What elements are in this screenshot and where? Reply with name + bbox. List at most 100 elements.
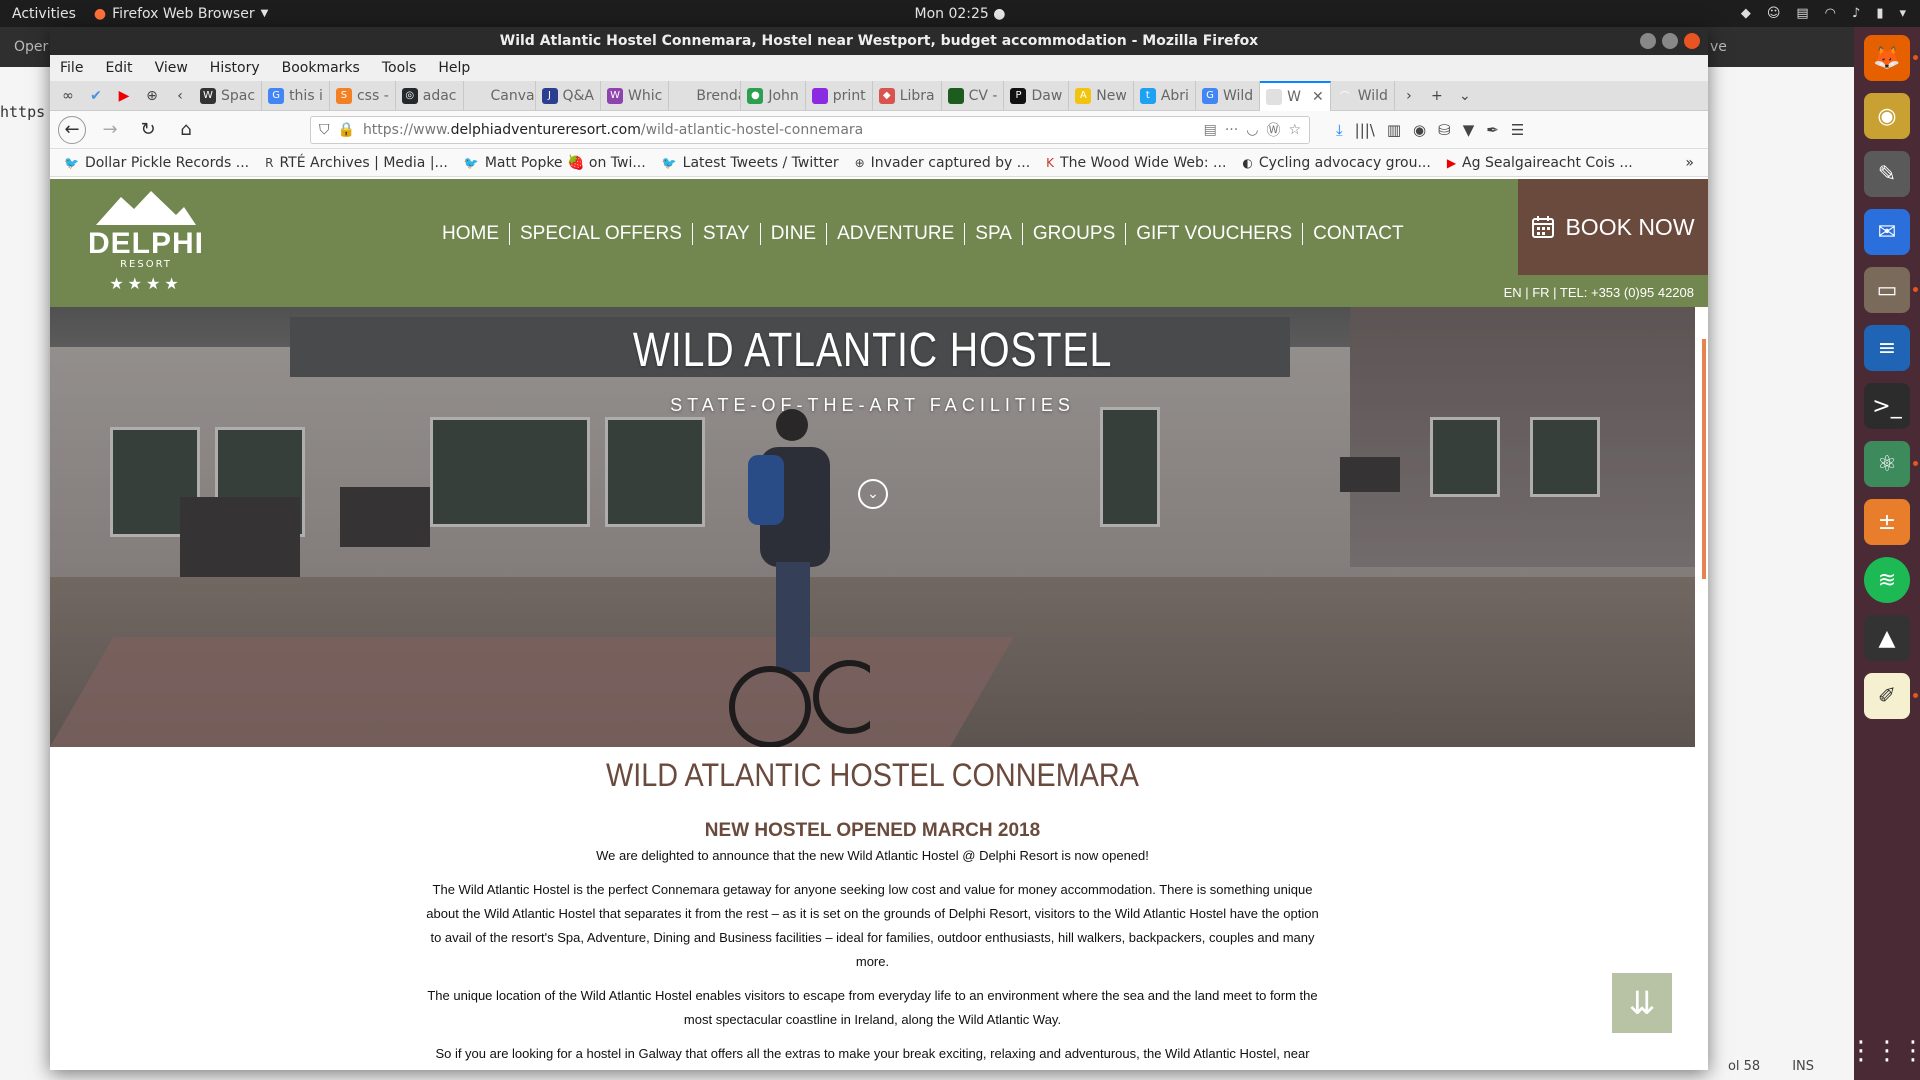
tab[interactable]: P Daw (1004, 80, 1070, 111)
battery-icon[interactable]: ▮ (1876, 6, 1883, 21)
tab[interactable]: A New (1069, 80, 1134, 111)
writer-icon[interactable]: ≡ (1864, 325, 1910, 371)
menu-edit[interactable]: Edit (105, 60, 132, 76)
tab[interactable]: t Abri (1134, 80, 1196, 111)
menu-bookmarks[interactable]: Bookmarks (282, 60, 360, 76)
tab[interactable]: Canvas ! (464, 80, 536, 111)
nav-special-offers[interactable]: SPECIAL OFFERS (510, 223, 693, 245)
tab[interactable]: J Q&A (536, 80, 602, 111)
menu-file[interactable]: File (60, 60, 83, 76)
tab[interactable]: Brendan (669, 80, 742, 111)
nav-groups[interactable]: GROUPS (1023, 223, 1127, 245)
delphi-logo[interactable]: DELPHI RESORT ★★★★ (84, 189, 208, 297)
book-now-button[interactable]: BOOK NOW (1518, 179, 1708, 275)
infinity-icon[interactable]: ∞ (54, 81, 82, 111)
tab[interactable]: ◎ adac (396, 80, 464, 111)
account-icon[interactable]: ◉ (1413, 121, 1426, 139)
menu-help[interactable]: Help (438, 60, 470, 76)
nav-contact[interactable]: CONTACT (1303, 223, 1413, 245)
spotify-icon[interactable]: ≋ (1864, 557, 1910, 603)
extension-icon[interactable]: ⛁ (1438, 121, 1451, 139)
chevron-left-icon[interactable]: ‹ (166, 81, 194, 111)
nav-adventure[interactable]: ADVENTURE (827, 223, 966, 245)
clock[interactable]: Mon 02:25 ● (915, 6, 1006, 22)
double-chevron-down-icon[interactable]: ⇊ (1612, 973, 1672, 1033)
bookmark-star-icon[interactable]: ☆ (1288, 122, 1301, 138)
reload-button[interactable]: ↻ (134, 116, 162, 144)
bookmark-item[interactable]: 🐦 Matt Popke 🍓 on Twi... (464, 155, 646, 171)
bookmark-item[interactable]: 🐦 Dollar Pickle Records ... (64, 155, 249, 171)
tab[interactable]: Gthis i (262, 80, 330, 111)
bookmark-item[interactable]: ◐ Cycling advocacy grou... (1242, 155, 1430, 171)
menu-history[interactable]: History (210, 60, 260, 76)
text-editor-icon[interactable]: ✐ (1864, 673, 1918, 719)
library-icon[interactable]: |||\ (1355, 121, 1375, 139)
tab[interactable]: ⌒ Wild (1331, 80, 1395, 111)
close-button[interactable] (1684, 33, 1700, 49)
url-text[interactable]: https://www.delphiadventureresort.com/wi… (363, 122, 1196, 138)
show-applications-icon[interactable]: ⋮⋮⋮ (1848, 1036, 1920, 1066)
dropbox-icon[interactable]: ◆ (1741, 6, 1751, 21)
back-button[interactable]: ← (58, 115, 86, 144)
atom-icon[interactable]: ⚛ (1864, 441, 1918, 487)
system-tray[interactable]: ◆ ☺ ▤ ◠ ♪ ▮ ▾ (1741, 6, 1906, 21)
language-and-phone[interactable]: EN | FR | TEL: +353 (0)95 42208 (1504, 285, 1694, 300)
tab-active[interactable]: W ✕ (1260, 80, 1331, 111)
scroll-down-chevron-icon[interactable]: ⌄ (858, 479, 888, 509)
inkscape-icon[interactable]: ▲ (1864, 615, 1910, 661)
download-icon[interactable]: ⤓ (1336, 121, 1343, 139)
sidebar-icon[interactable]: ▥ (1387, 121, 1401, 139)
app-menu[interactable]: ● Firefox Web Browser ▼ (88, 6, 268, 22)
nav-spa[interactable]: SPA (965, 223, 1023, 245)
pinned-tab-youtube-icon[interactable]: ▶ (110, 81, 138, 111)
bookmark-item[interactable]: R RTÉ Archives | Media |... (265, 155, 448, 171)
url-bar[interactable]: ⛉ 🔒 https://www.delphiadventureresort.co… (310, 115, 1310, 144)
minimize-button[interactable] (1640, 33, 1656, 49)
gimp-icon[interactable]: ✎ (1864, 151, 1910, 197)
chevron-down-icon[interactable]: ▾ (1899, 6, 1906, 21)
firefox-icon[interactable]: 🦊 (1864, 35, 1918, 81)
wifi-icon[interactable]: ◠ (1825, 6, 1836, 21)
list-all-tabs-icon[interactable]: ⌄ (1451, 81, 1479, 111)
pinned-tab-check-icon[interactable]: ✔ (82, 81, 110, 111)
lock-icon[interactable]: 🔒 (338, 122, 355, 138)
pocket-icon[interactable]: ◡ (1246, 122, 1258, 138)
bookmark-item[interactable]: ⊕ Invader captured by ... (855, 155, 1031, 171)
bookmark-item[interactable]: 🐦 Latest Tweets / Twitter (662, 155, 839, 171)
page-actions-icon[interactable]: ··· (1225, 122, 1238, 138)
activities-button[interactable]: Activities (0, 6, 88, 22)
menu-view[interactable]: View (155, 60, 188, 76)
tab[interactable]: print (806, 80, 873, 111)
home-button[interactable]: ⌂ (172, 116, 200, 144)
terminal-icon[interactable]: >_ (1864, 383, 1910, 429)
clipboard-icon[interactable]: ▤ (1796, 6, 1808, 21)
menu-tools[interactable]: Tools (382, 60, 417, 76)
bookmark-item[interactable]: ▶ Ag Sealgaireacht Cois ... (1447, 155, 1633, 171)
nav-dine[interactable]: DINE (761, 223, 828, 245)
window-titlebar[interactable]: Wild Atlantic Hostel Connemara, Hostel n… (50, 27, 1708, 55)
shield-icon[interactable]: ⛉ (319, 122, 330, 138)
nav-gift-vouchers[interactable]: GIFT VOUCHERS (1126, 223, 1304, 245)
thunderbird-icon[interactable]: ✉ (1864, 209, 1910, 255)
tab[interactable]: W Whic (601, 80, 670, 111)
page-scrollbar[interactable] (1702, 339, 1706, 579)
vue-devtools-icon[interactable]: ▼ (1463, 121, 1475, 139)
forward-button[interactable]: → (96, 116, 124, 144)
calculator-icon[interactable]: ± (1864, 499, 1910, 545)
maximize-button[interactable] (1662, 33, 1678, 49)
tab[interactable]: ● John (741, 80, 806, 111)
nav-stay[interactable]: STAY (693, 223, 761, 245)
user-icon[interactable]: ☺ (1767, 6, 1781, 21)
close-tab-icon[interactable]: ✕ (1312, 89, 1324, 105)
volume-icon[interactable]: ♪ (1852, 6, 1860, 21)
tab[interactable]: CV - (942, 80, 1005, 111)
tab[interactable]: ◆ Libra (873, 80, 942, 111)
tab[interactable]: Scss - (330, 80, 396, 111)
chevron-right-icon[interactable]: › (1395, 81, 1423, 111)
more-bookmarks-icon[interactable]: » (1685, 155, 1694, 171)
eyedropper-icon[interactable]: ✒ (1486, 121, 1499, 139)
tab[interactable]: G Wild (1196, 80, 1261, 111)
hamburger-menu-icon[interactable]: ☰ (1511, 121, 1524, 139)
new-tab-icon[interactable]: + (1423, 81, 1451, 111)
wordpress-icon[interactable]: Ⓦ (1266, 120, 1280, 140)
